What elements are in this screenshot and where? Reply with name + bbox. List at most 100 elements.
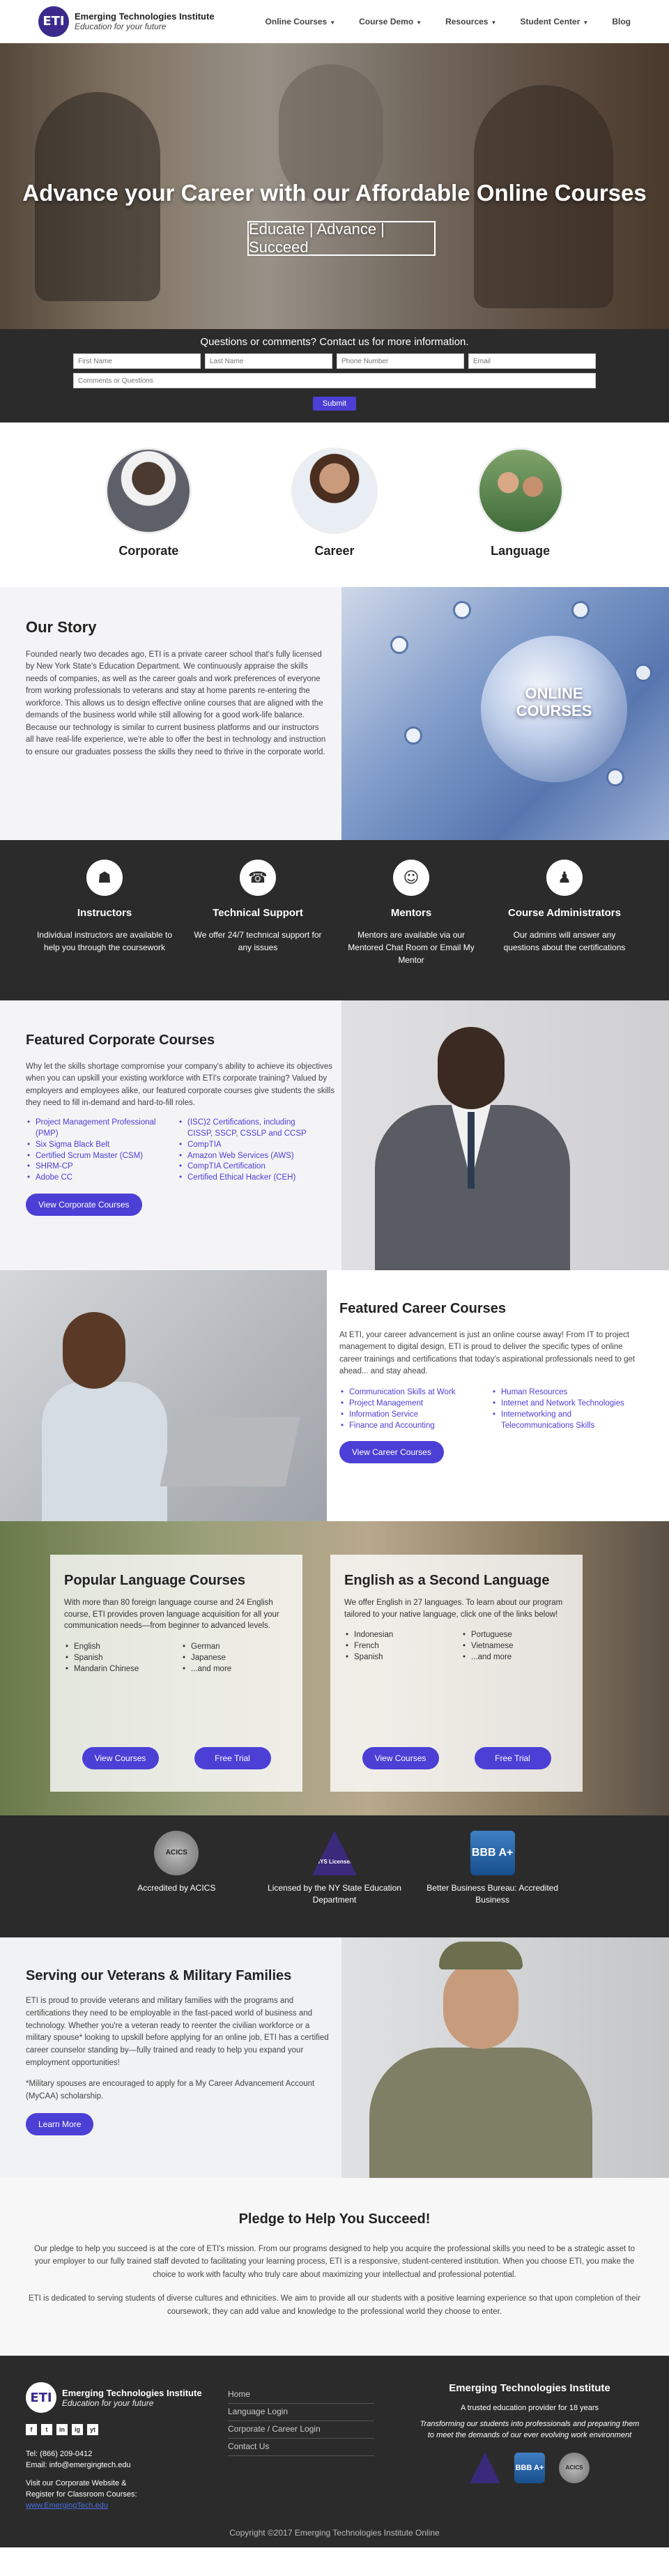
phone-field[interactable]: [337, 353, 464, 369]
view-language-courses-button[interactable]: View Courses: [82, 1747, 159, 1769]
questions-field[interactable]: [73, 373, 596, 388]
support-item-instructors: ☗ Instructors Individual instructors are…: [35, 860, 174, 1000]
language-link[interactable]: French: [344, 1641, 449, 1652]
category-label: Career: [314, 544, 355, 558]
linkedin-icon[interactable]: in: [56, 2424, 68, 2435]
footer-link-corporate-login[interactable]: Corporate / Career Login: [228, 2421, 374, 2439]
nav-item-blog[interactable]: Blog: [612, 17, 631, 26]
accreditation-nys: NYS Licensed Licensed by the NY State Ed…: [265, 1831, 404, 1937]
language-link[interactable]: Indonesian: [344, 1630, 449, 1641]
esl-free-trial-button[interactable]: Free Trial: [474, 1747, 551, 1769]
online-courses-text: ONLINE COURSES: [516, 685, 592, 720]
language-section: Popular Language Courses With more than …: [0, 1521, 669, 1815]
course-link[interactable]: Internetworking and Telecommunications S…: [491, 1410, 631, 1432]
category-corporate[interactable]: Corporate: [79, 448, 218, 587]
course-link[interactable]: CompTIA Certification: [178, 1161, 317, 1173]
course-link[interactable]: (ISC)2 Certifications, including CISSP, …: [178, 1118, 317, 1140]
language-link[interactable]: Spanish: [344, 1652, 449, 1663]
instagram-icon[interactable]: ig: [72, 2424, 83, 2435]
social-links: f t in ig yt: [26, 2424, 228, 2435]
site-logo[interactable]: ETI Emerging Technologies Institute Educ…: [38, 6, 215, 37]
footer-org-name: Emerging Technologies Institute: [449, 2382, 610, 2394]
person-icon: [571, 601, 590, 619]
person-icon: [606, 768, 624, 786]
esl-language-list: Indonesian French Spanish Portuguese Vie…: [344, 1630, 569, 1663]
contact-form-section: Questions or comments? Contact us for mo…: [0, 329, 669, 422]
course-link[interactable]: Information Service: [339, 1410, 479, 1421]
language-link[interactable]: Portuguese: [461, 1630, 566, 1641]
pledge-paragraph: Our pledge to help you succeed is at the…: [34, 2245, 635, 2279]
nav-item-course-demo[interactable]: Course Demo ▼: [359, 17, 422, 26]
chevron-down-icon: ▼: [330, 19, 336, 26]
bbb-logo-icon: BBB A+: [514, 2452, 545, 2483]
footer-link-contact[interactable]: Contact Us: [228, 2439, 374, 2456]
footer-logo[interactable]: ETI Emerging Technologies Institute Educ…: [26, 2382, 228, 2413]
language-item: German: [181, 1642, 286, 1653]
language-item: English: [64, 1642, 169, 1653]
submit-button[interactable]: Submit: [312, 397, 357, 411]
footer-link-home[interactable]: Home: [228, 2386, 374, 2404]
language-link[interactable]: Vietnamese: [461, 1641, 566, 1652]
support-item-technical: ☎ Technical Support We offer 24/7 techni…: [188, 860, 328, 1000]
language-item: Spanish: [64, 1653, 169, 1664]
learn-more-button[interactable]: Learn More: [26, 2112, 94, 2135]
youtube-icon[interactable]: yt: [87, 2424, 98, 2435]
accreditation-text: Licensed by the NY State Education Depar…: [268, 1883, 401, 1905]
mentor-icon: ☺: [393, 860, 429, 896]
course-link[interactable]: Amazon Web Services (AWS): [178, 1151, 317, 1162]
language-link[interactable]: ...and more: [461, 1652, 566, 1663]
brand-name: Emerging Technologies Institute: [75, 11, 215, 22]
language-photo: [477, 448, 564, 534]
category-career[interactable]: Career: [265, 448, 404, 587]
support-title: Course Administrators: [508, 907, 621, 919]
person-icon: [453, 601, 471, 619]
course-link[interactable]: CompTIA: [178, 1140, 317, 1151]
facebook-icon[interactable]: f: [26, 2424, 37, 2435]
twitter-icon[interactable]: t: [41, 2424, 52, 2435]
contact-heading: Questions or comments? Contact us for mo…: [200, 336, 469, 348]
brand-tagline: Education for your future: [75, 22, 167, 31]
course-link[interactable]: Communication Skills at Work: [339, 1387, 479, 1398]
nav-item-online-courses[interactable]: Online Courses ▼: [266, 17, 336, 26]
top-navbar: ETI Emerging Technologies Institute Educ…: [0, 0, 669, 43]
support-title: Technical Support: [213, 907, 303, 919]
nav-item-resources[interactable]: Resources ▼: [445, 17, 496, 26]
our-story-section: Our Story Founded nearly two decades ago…: [0, 587, 669, 840]
course-link[interactable]: Finance and Accounting: [339, 1421, 479, 1432]
person-icon: [390, 636, 408, 654]
view-career-courses-button[interactable]: View Career Courses: [339, 1441, 444, 1464]
email-field[interactable]: [468, 353, 596, 369]
course-link[interactable]: Human Resources: [491, 1387, 631, 1398]
course-link[interactable]: Internet and Network Technologies: [491, 1398, 631, 1410]
language-item: Japanese: [181, 1653, 286, 1664]
course-link[interactable]: Project Management: [339, 1398, 479, 1410]
category-language[interactable]: Language: [451, 448, 590, 587]
footer-website-link[interactable]: www.EmergingTech.edu: [26, 2501, 108, 2510]
footer-link-language-login[interactable]: Language Login: [228, 2404, 374, 2421]
popular-language-box: Popular Language Courses With more than …: [50, 1555, 302, 1792]
nav-item-student-center[interactable]: Student Center ▼: [520, 17, 588, 26]
accreditation-acics: ACICS Accredited by ACICS: [107, 1831, 246, 1937]
course-link[interactable]: Six Sigma Black Belt: [26, 1140, 165, 1151]
course-link[interactable]: Adobe CC: [26, 1173, 165, 1184]
view-esl-courses-button[interactable]: View Courses: [362, 1747, 439, 1769]
section-heading: Featured Career Courses: [339, 1301, 506, 1316]
category-label: Corporate: [118, 544, 179, 558]
support-text: Our admins will answer any questions abo…: [503, 930, 626, 952]
category-section: Corporate Career Language: [0, 422, 669, 587]
course-link[interactable]: Certified Scrum Master (CSM): [26, 1151, 165, 1162]
last-name-field[interactable]: [205, 353, 332, 369]
chevron-down-icon: ▼: [583, 19, 589, 26]
career-course-list: Communication Skills at Work Project Man…: [339, 1387, 641, 1431]
course-link[interactable]: Project Management Professional (PMP): [26, 1118, 165, 1140]
course-link[interactable]: SHRM-CP: [26, 1161, 165, 1173]
free-trial-button[interactable]: Free Trial: [194, 1747, 271, 1769]
bbb-logo-icon: BBB A+: [470, 1831, 515, 1875]
support-text: We offer 24/7 technical support for any …: [194, 930, 322, 952]
section-heading: Pledge to Help You Succeed!: [238, 2211, 431, 2227]
view-corporate-courses-button[interactable]: View Corporate Courses: [26, 1194, 142, 1217]
course-link[interactable]: Certified Ethical Hacker (CEH): [178, 1173, 317, 1184]
chevron-down-icon: ▼: [416, 19, 422, 26]
first-name-field[interactable]: [73, 353, 201, 369]
brand-tagline: Education for your future: [62, 2398, 154, 2408]
